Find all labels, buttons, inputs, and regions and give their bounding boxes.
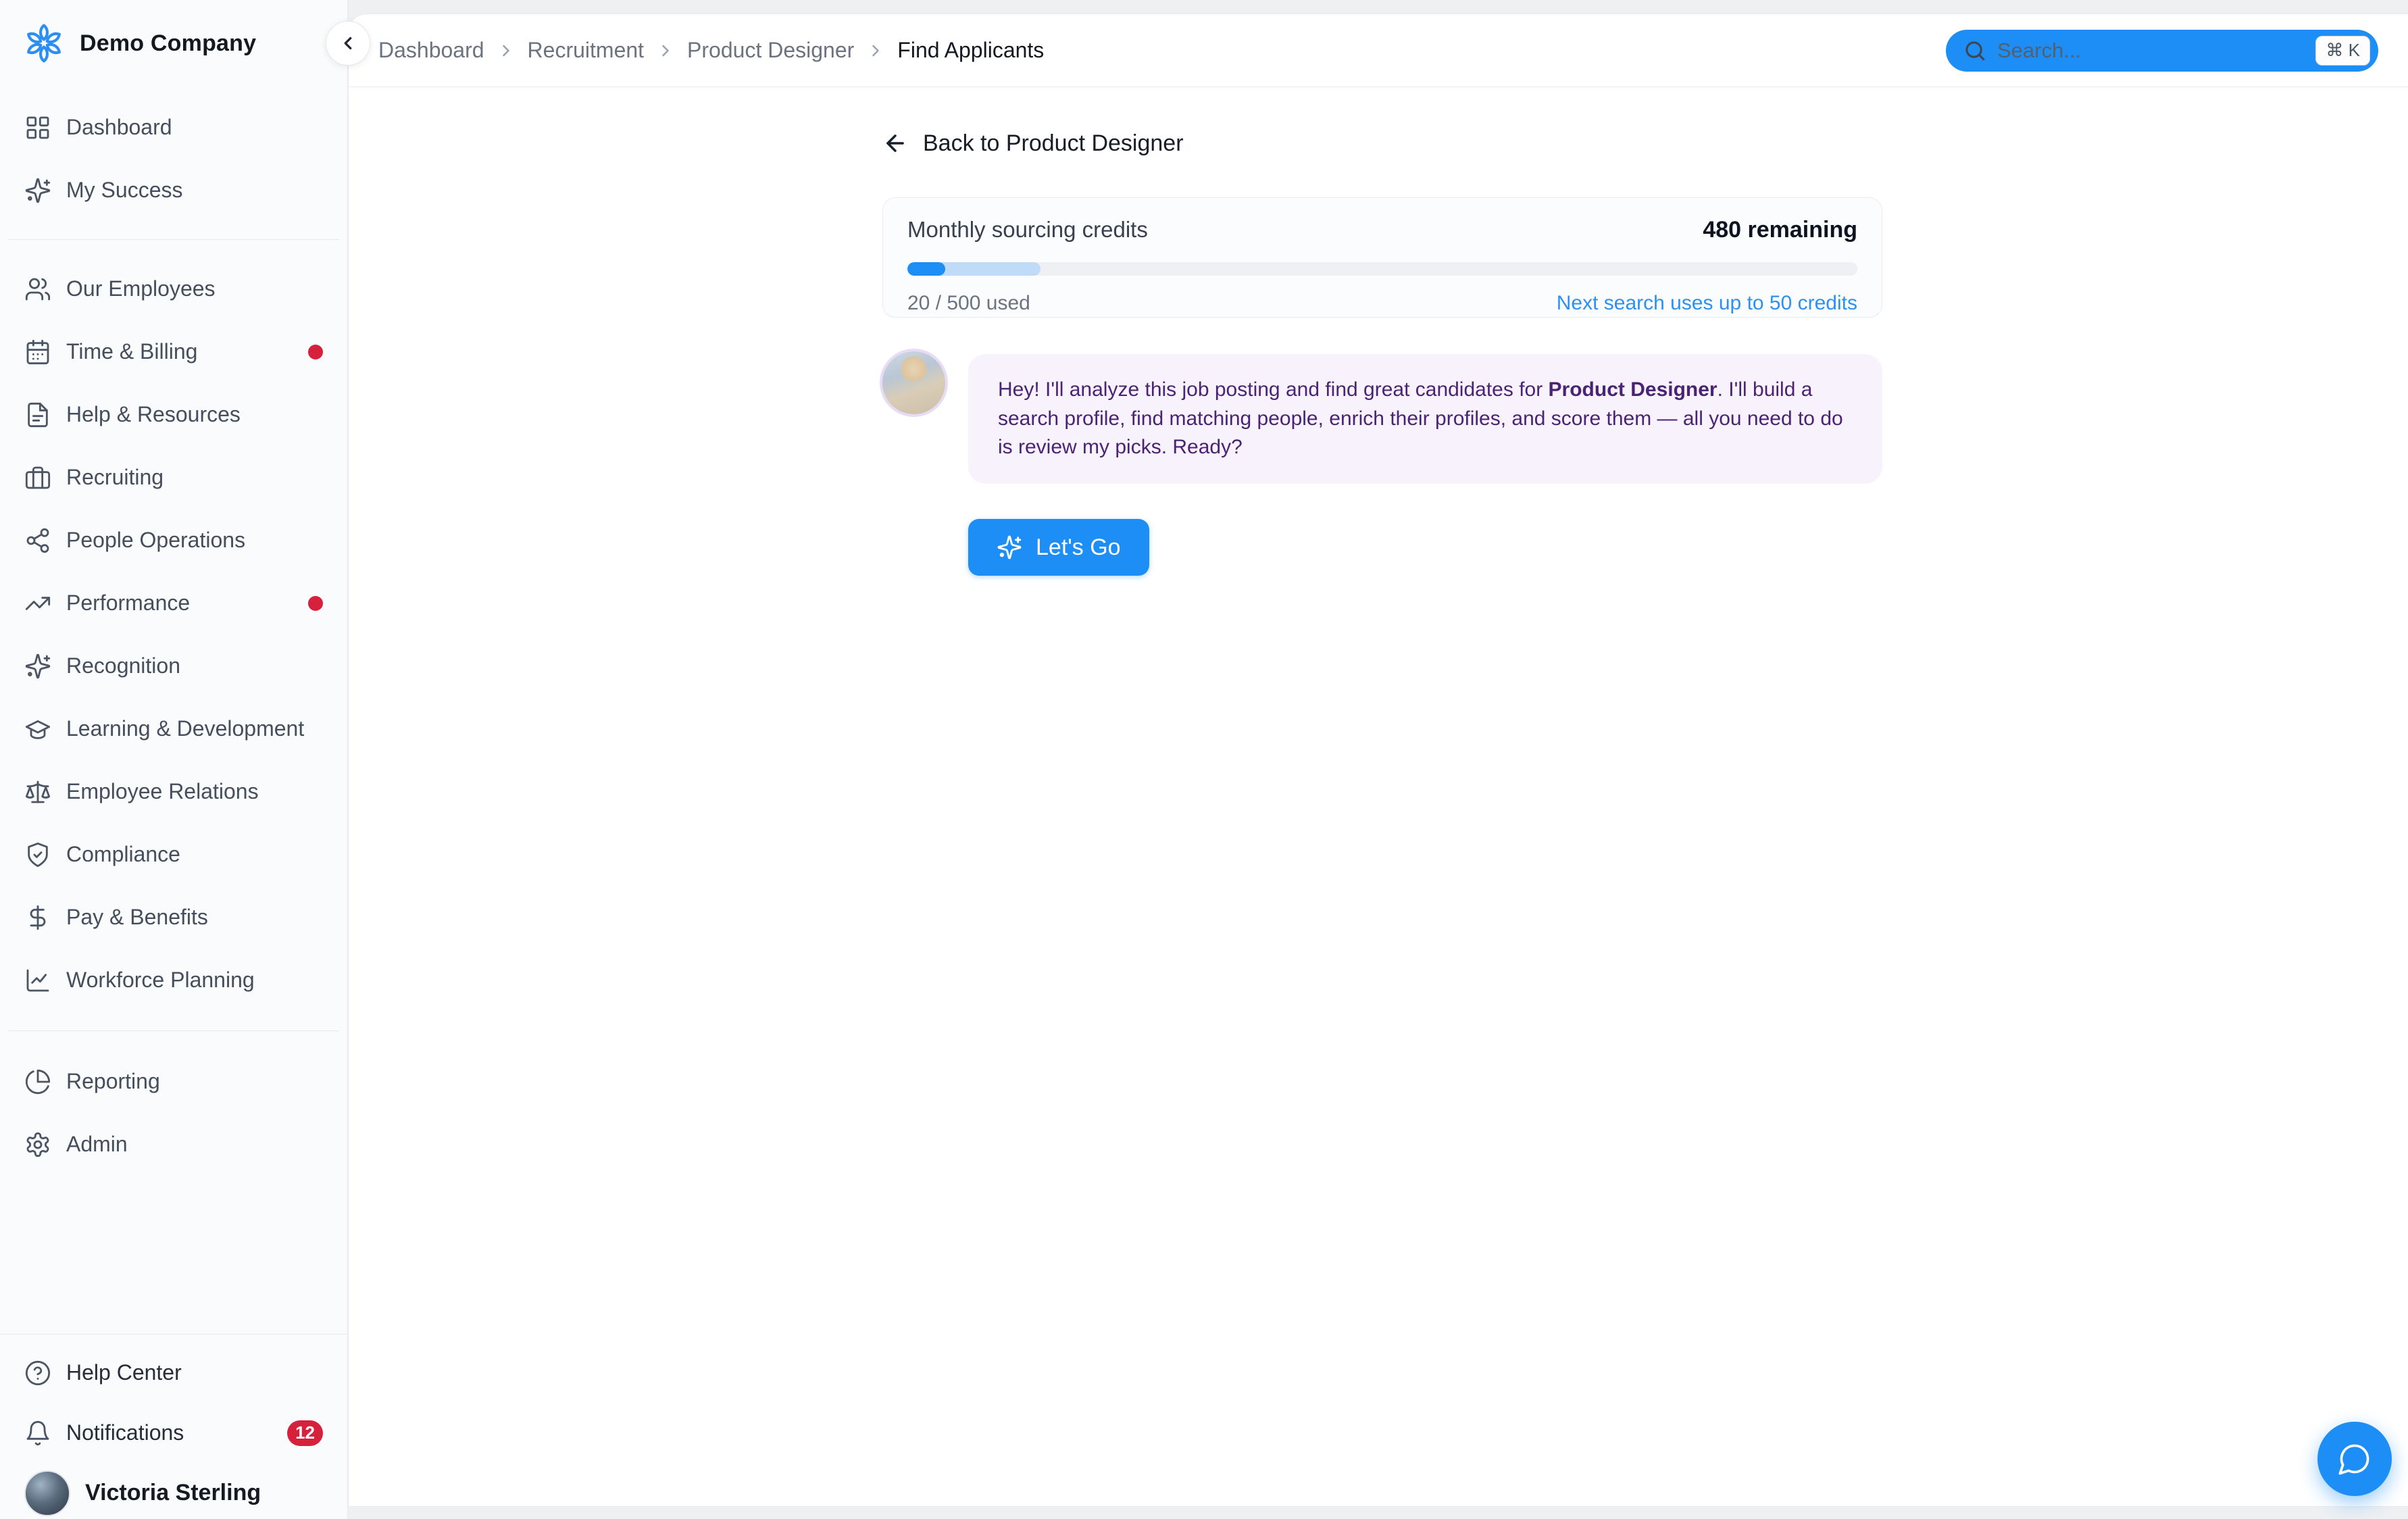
job-title-emphasis: Product Designer <box>1549 378 1717 401</box>
chevron-right-icon <box>866 41 885 60</box>
sidebar-menu: Dashboard My Success Our Employees Time … <box>0 66 347 1176</box>
arrow-left-icon <box>882 130 908 156</box>
company-name: Demo Company <box>80 30 256 57</box>
chat-bubble-icon <box>2337 1441 2372 1476</box>
sidebar-item-pay-benefits[interactable]: Pay & Benefits <box>0 886 347 949</box>
sidebar-item-my-success[interactable]: My Success <box>0 159 347 222</box>
sidebar-item-learning-development[interactable]: Learning & Development <box>0 697 347 760</box>
scales-icon <box>24 778 51 805</box>
back-link[interactable]: Back to Product Designer <box>882 128 1184 158</box>
alert-dot <box>308 596 323 611</box>
dollar-icon <box>24 904 51 931</box>
breadcrumb-item-recruitment[interactable]: Recruitment <box>528 38 645 63</box>
chart-line-icon <box>24 967 51 994</box>
sidebar: Demo Company Dashboard My Success Our Em… <box>0 0 348 1519</box>
help-circle-icon <box>24 1360 51 1387</box>
sidebar-item-dashboard[interactable]: Dashboard <box>0 96 347 159</box>
pie-chart-icon <box>24 1068 51 1095</box>
sidebar-item-admin[interactable]: Admin <box>0 1113 347 1176</box>
sidebar-item-help-resources[interactable]: Help & Resources <box>0 383 347 446</box>
search-text-field[interactable] <box>1997 39 2315 63</box>
breadcrumb: Dashboard Recruitment Product Designer F… <box>378 38 1044 63</box>
sidebar-item-reporting[interactable]: Reporting <box>0 1050 347 1113</box>
notifications-button[interactable]: Notifications 12 <box>0 1403 347 1463</box>
search-icon <box>1963 39 1986 62</box>
sidebar-item-time-billing[interactable]: Time & Billing <box>0 320 347 383</box>
breadcrumb-item-find-applicants: Find Applicants <box>897 38 1044 63</box>
sidebar-item-performance[interactable]: Performance <box>0 572 347 634</box>
credits-used-label: 20 / 500 used <box>907 292 1030 315</box>
chevron-right-icon <box>656 41 675 60</box>
trending-up-icon <box>24 590 51 617</box>
help-center-button[interactable]: Help Center <box>0 1343 347 1403</box>
sparkles-icon <box>24 177 51 204</box>
network-icon <box>24 527 51 554</box>
logo-row[interactable]: Demo Company <box>0 0 347 66</box>
assistant-message-bubble: Hey! I'll analyze this job posting and f… <box>968 354 1882 484</box>
search-shortcut-badge: ⌘ K <box>2315 36 2370 66</box>
notifications-count-badge: 12 <box>287 1420 323 1446</box>
progress-used <box>907 262 945 276</box>
sidebar-item-workforce-planning[interactable]: Workforce Planning <box>0 949 347 1012</box>
lets-go-button[interactable]: Let's Go <box>968 519 1149 576</box>
bell-icon <box>24 1420 51 1447</box>
briefcase-icon <box>24 464 51 491</box>
sidebar-item-recruiting[interactable]: Recruiting <box>0 446 347 509</box>
dashboard-grid-icon <box>24 114 51 141</box>
sidebar-item-our-employees[interactable]: Our Employees <box>0 257 347 320</box>
user-profile-button[interactable]: Victoria Sterling <box>0 1463 347 1519</box>
chat-fab-button[interactable] <box>2317 1422 2392 1496</box>
top-bar: Dashboard Recruitment Product Designer F… <box>349 14 2408 87</box>
sparkles-icon <box>24 653 51 680</box>
sparkles-icon <box>997 534 1022 560</box>
sidebar-collapse-button[interactable] <box>326 21 370 66</box>
credits-remaining: 480 remaining <box>1703 217 1857 243</box>
calendar-icon <box>24 339 51 366</box>
breadcrumb-item-dashboard[interactable]: Dashboard <box>378 38 484 63</box>
breadcrumb-item-product-designer[interactable]: Product Designer <box>687 38 854 63</box>
sidebar-item-people-operations[interactable]: People Operations <box>0 509 347 572</box>
alert-dot <box>308 345 323 359</box>
company-logo-flower-icon <box>22 21 66 66</box>
sidebar-divider <box>8 239 339 240</box>
chevron-left-icon <box>338 33 358 53</box>
sidebar-divider <box>8 1030 339 1031</box>
credits-progress-bar <box>907 262 1857 276</box>
assistant-message-row: Hey! I'll analyze this job posting and f… <box>880 349 1882 484</box>
assistant-avatar <box>880 349 948 417</box>
graduation-cap-icon <box>24 716 51 743</box>
user-avatar <box>24 1470 70 1516</box>
main-panel: Dashboard Recruitment Product Designer F… <box>348 14 2408 1507</box>
sidebar-item-employee-relations[interactable]: Employee Relations <box>0 760 347 823</box>
credits-next-search-link[interactable]: Next search uses up to 50 credits <box>1557 292 1857 315</box>
credits-card: Monthly sourcing credits 480 remaining 2… <box>882 197 1882 318</box>
users-icon <box>24 276 51 303</box>
credits-title: Monthly sourcing credits <box>907 217 1148 243</box>
sidebar-item-compliance[interactable]: Compliance <box>0 823 347 886</box>
sidebar-footer: Help Center Notifications 12 Victoria St… <box>0 1334 347 1519</box>
sidebar-item-recognition[interactable]: Recognition <box>0 634 347 697</box>
gear-icon <box>24 1131 51 1158</box>
shield-check-icon <box>24 841 51 868</box>
file-text-icon <box>24 401 51 428</box>
chevron-right-icon <box>497 41 516 60</box>
search-input[interactable]: ⌘ K <box>1946 30 2378 72</box>
